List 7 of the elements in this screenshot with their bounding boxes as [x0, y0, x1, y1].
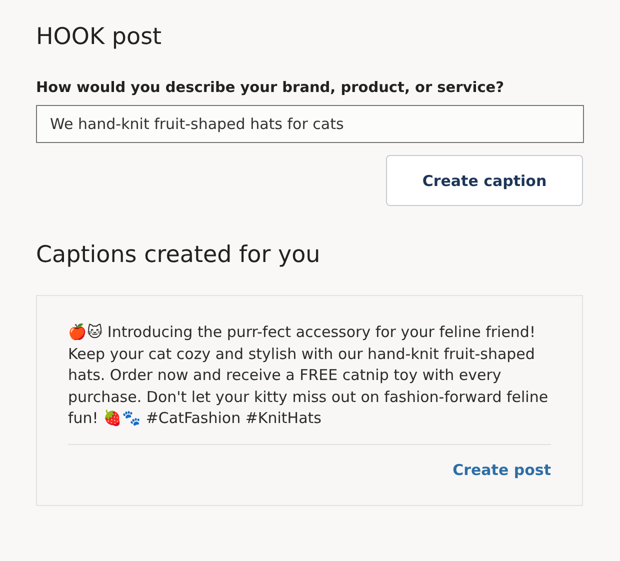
create-caption-button[interactable]: Create caption	[386, 155, 583, 206]
create-post-link[interactable]: Create post	[452, 460, 551, 478]
page-title: HOOK post	[36, 24, 163, 50]
field-label: How would you describe your brand, product, or service?	[36, 80, 506, 96]
description-input[interactable]: We hand-knit fruit-shaped hats for cats	[36, 105, 584, 143]
caption-text: 🍎🐱 Introducing the purr-fect accessory for your feline friend! Keep your cat cozy and stylish with our hand-knit fruit-shaped hats. Order now and receive a FREE catnip toy with every purchase. Don't let your kitty miss out on fashion-forward feline fun! 🍓🐾 #CatFashion #KnitHats	[68, 322, 550, 429]
section-heading: Captions created for you	[36, 242, 322, 268]
